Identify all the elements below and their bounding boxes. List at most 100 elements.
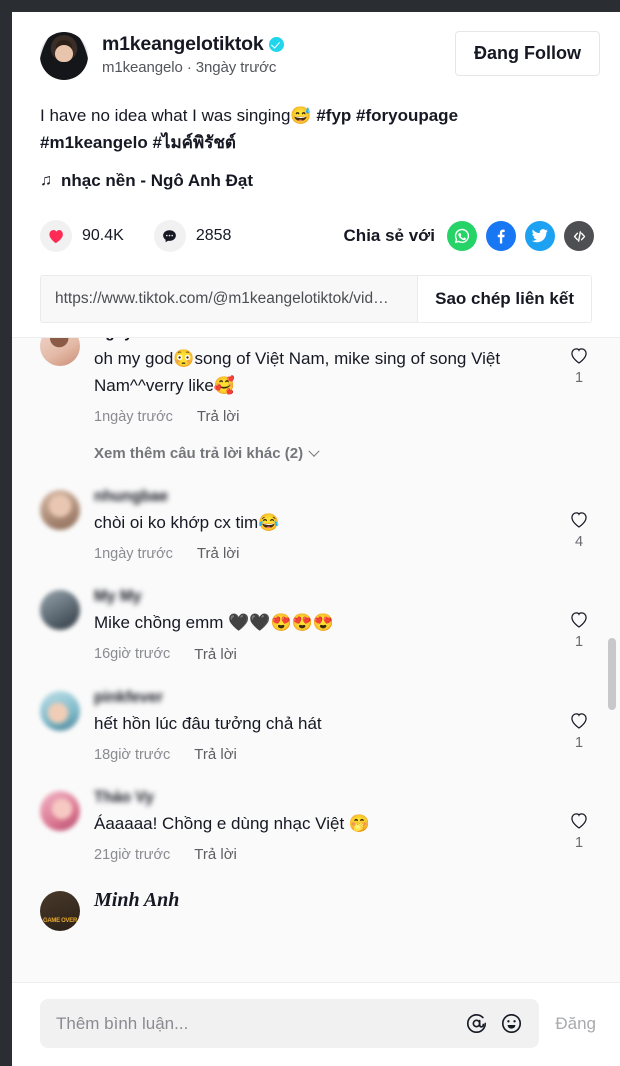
comment-like-control[interactable]: 1 xyxy=(562,689,596,763)
heart-outline-icon xyxy=(571,512,587,528)
emoji-smiley-icon[interactable] xyxy=(500,1012,523,1035)
commenter-avatar[interactable] xyxy=(40,338,80,367)
comment-text: chòi oi ko khớp cx tim😂 xyxy=(94,513,280,533)
comment-input[interactable] xyxy=(56,1013,454,1034)
view-more-replies-label: Xem thêm câu trả lời khác (2) xyxy=(94,445,304,463)
comment-meta: 18giờ trước Trả lời xyxy=(94,746,548,763)
chevron-down-icon xyxy=(308,445,320,457)
comment-like-count: 1 xyxy=(574,370,584,387)
caption-text: I have no idea what I was singing😅 xyxy=(40,106,317,125)
commenter-name[interactable]: Nguyen Nhi - Xuan Nhi xyxy=(94,338,261,342)
post-header: m1keangelotiktok m1keangelo · 3ngày trướ… xyxy=(12,12,620,338)
comment-item: nhungbae chòi oi ko khớp cx tim😂 1ngày t… xyxy=(40,474,612,574)
share-url-input[interactable] xyxy=(41,276,418,323)
comment-body: nhungbae chòi oi ko khớp cx tim😂 1ngày t… xyxy=(94,488,548,562)
comment-scrollbar-track[interactable] xyxy=(608,338,618,982)
copy-link-button[interactable]: Sao chép liên kết xyxy=(417,276,591,323)
follow-button[interactable]: Đang Follow xyxy=(455,31,600,76)
commenter-name[interactable]: pinkfever xyxy=(94,689,163,707)
heart-outline-icon xyxy=(571,813,587,829)
comment-body: Nguyen Nhi - Xuan Nhi oh my god😳song of … xyxy=(94,338,548,425)
like-stat[interactable]: 90.4K xyxy=(40,220,124,253)
reply-button[interactable]: Trả lời xyxy=(194,746,237,763)
twitter-share-icon[interactable] xyxy=(525,221,555,252)
author-avatar[interactable] xyxy=(40,32,88,80)
post-caption: I have no idea what I was singing😅 #fyp … xyxy=(40,102,510,156)
commenter-avatar[interactable] xyxy=(40,490,80,531)
comment-text: Mike chồng emm 🖤🖤😍😍😍 xyxy=(94,613,334,633)
comment-time: 16giờ trước xyxy=(94,646,171,663)
view-more-replies-button[interactable]: Xem thêm câu trả lời khác (2) xyxy=(40,437,612,474)
device-frame: m1keangelotiktok m1keangelo · 3ngày trướ… xyxy=(0,0,620,1066)
author-name-line: m1keangelotiktok xyxy=(102,33,284,56)
comment-like-count: 1 xyxy=(574,734,584,751)
comment-time: 21giờ trước xyxy=(94,846,171,863)
music-note-icon: ♫ xyxy=(40,172,52,190)
copy-link-row: Sao chép liên kết xyxy=(40,275,592,324)
reply-button[interactable]: Trả lời xyxy=(197,545,240,562)
comment-like-control[interactable]: 1 xyxy=(562,789,596,863)
comment-meta: 1ngày trước Trả lời xyxy=(94,545,548,562)
tiktok-video-detail-panel: m1keangelotiktok m1keangelo · 3ngày trướ… xyxy=(12,12,620,1066)
verified-badge-icon xyxy=(268,37,284,52)
at-mention-icon[interactable] xyxy=(465,1012,488,1035)
comment-like-control[interactable]: 4 xyxy=(562,488,596,562)
author-handle: m1keangelo xyxy=(102,59,183,76)
reply-button[interactable]: Trả lời xyxy=(197,408,240,425)
comment-time: 18giờ trước xyxy=(94,746,171,763)
commenter-name[interactable]: Thảo Vy xyxy=(94,789,154,807)
meta-separator: · xyxy=(186,59,192,76)
comment-input-wrapper[interactable] xyxy=(40,999,540,1048)
comment-body: Thảo Vy Áaaaaa! Chồng e dùng nhạc Việt 🤭… xyxy=(94,789,548,863)
comment-count: 2858 xyxy=(195,227,232,245)
facebook-share-icon[interactable] xyxy=(486,221,516,252)
comment-scrollbar-thumb[interactable] xyxy=(608,638,616,711)
comment-list-scroll-area[interactable]: Nguyen Nhi - Xuan Nhi oh my god😳song of … xyxy=(12,337,620,982)
reply-button[interactable]: Trả lời xyxy=(194,646,237,663)
comment-time: 1ngày trước xyxy=(94,408,173,425)
commenter-name[interactable]: nhungbae xyxy=(94,488,168,506)
whatsapp-share-icon[interactable] xyxy=(447,221,477,252)
comment-list: Nguyen Nhi - Xuan Nhi oh my god😳song of … xyxy=(12,338,612,943)
like-button[interactable] xyxy=(40,220,72,253)
post-comment-button[interactable]: Đăng xyxy=(553,1014,598,1034)
reply-button[interactable]: Trả lời xyxy=(194,846,237,863)
post-timestamp: 3ngày trước xyxy=(195,59,277,76)
comment-meta: 21giờ trước Trả lời xyxy=(94,846,548,863)
commenter-avatar[interactable] xyxy=(40,891,80,932)
share-icon-group xyxy=(447,221,594,252)
commenter-avatar[interactable] xyxy=(40,690,80,731)
header-spacer xyxy=(40,323,600,337)
comment-like-control[interactable]: 1 xyxy=(562,338,596,425)
comment-item: Minh Anh xyxy=(40,875,612,943)
comment-item: Thảo Vy Áaaaaa! Chồng e dùng nhạc Việt 🤭… xyxy=(40,775,612,875)
comment-button[interactable] xyxy=(153,220,186,253)
commenter-name[interactable]: Minh Anh xyxy=(94,889,179,912)
comment-text: hết hồn lúc đâu tưởng chả hát xyxy=(94,713,322,733)
comment-body: pinkfever hết hồn lúc đâu tưởng chả hát … xyxy=(94,689,548,763)
music-title[interactable]: nhạc nền - Ngô Anh Đạt xyxy=(61,171,253,191)
comment-item: Nguyen Nhi - Xuan Nhi oh my god😳song of … xyxy=(40,338,612,437)
comment-time: 1ngày trước xyxy=(94,545,173,562)
comment-item: My My Mike chồng emm 🖤🖤😍😍😍 16giờ trước T… xyxy=(40,574,612,674)
comment-meta: 16giờ trước Trả lời xyxy=(94,646,548,663)
commenter-avatar[interactable] xyxy=(40,791,80,832)
comment-item: pinkfever hết hồn lúc đâu tưởng chả hát … xyxy=(40,675,612,775)
comment-icon xyxy=(163,230,177,243)
commenter-avatar[interactable] xyxy=(40,590,80,631)
author-subtitle: m1keangelo · 3ngày trước xyxy=(102,59,284,76)
share-label: Chia sẻ với xyxy=(343,226,435,246)
commenter-name[interactable]: My My xyxy=(94,588,141,606)
author-username[interactable]: m1keangelotiktok xyxy=(102,33,264,56)
comment-composer: Đăng xyxy=(12,982,620,1066)
embed-code-share-icon[interactable] xyxy=(564,221,594,252)
music-row[interactable]: ♫ nhạc nền - Ngô Anh Đạt xyxy=(40,171,600,191)
heart-outline-icon xyxy=(571,348,587,365)
comment-stat[interactable]: 2858 xyxy=(153,220,232,253)
like-count: 90.4K xyxy=(82,227,124,245)
heart-outline-icon xyxy=(571,612,587,629)
author-row: m1keangelotiktok m1keangelo · 3ngày trướ… xyxy=(40,31,600,80)
heart-outline-icon xyxy=(571,712,587,729)
comment-like-control[interactable]: 1 xyxy=(562,588,596,662)
comment-body: Minh Anh xyxy=(94,889,596,931)
